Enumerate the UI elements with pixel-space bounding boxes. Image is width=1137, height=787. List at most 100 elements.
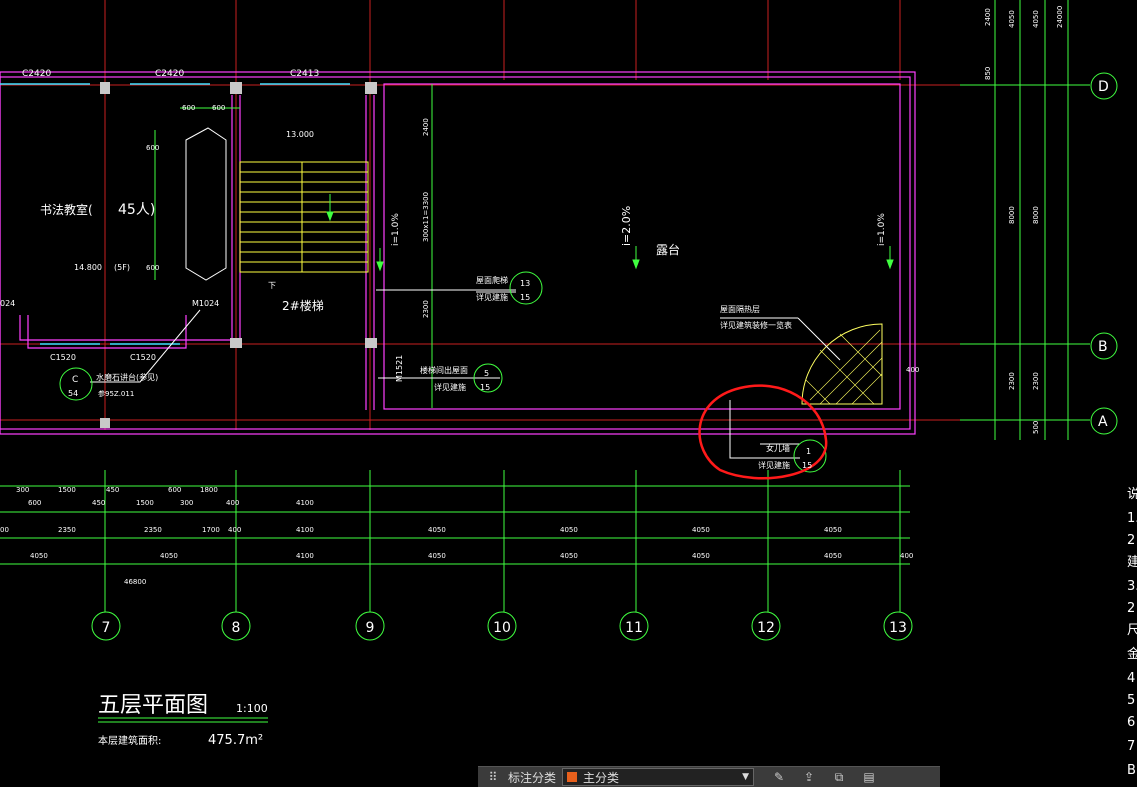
area-label: 本层建筑面积: <box>98 734 161 747</box>
terrace-label: 露台 <box>656 242 680 257</box>
grip-icon[interactable]: ⠿ <box>482 769 504 785</box>
room-dim-1: 600 <box>182 104 195 112</box>
d1-6: 600 <box>168 486 181 494</box>
grid-col-11: 11 <box>625 620 643 636</box>
grid-row-a: A <box>1098 414 1108 430</box>
parapet-line2: 详见建施 <box>758 460 790 470</box>
rdim1-3: 8000 <box>1008 206 1016 224</box>
window-label-1: C2420 <box>22 69 51 79</box>
door-label: M1024 <box>192 299 219 308</box>
window-bottom-2: C1520 <box>130 353 156 362</box>
stair-level: 13.000 <box>286 130 314 139</box>
parapet-num: 1 <box>806 447 811 456</box>
exit-num: 5 <box>484 369 489 378</box>
level-label: 14.800 <box>74 263 102 272</box>
category-label: 标注分类 <box>508 770 557 785</box>
room-capacity: 45人) <box>118 202 155 218</box>
note-1: 1. <box>1127 511 1137 526</box>
d3-0: 4050 <box>30 552 48 560</box>
notes-edge: 说 1. 2 建 3. 2 尺 金 4 5 6 7 B <box>1127 487 1137 778</box>
door-m: M1521 <box>395 355 404 382</box>
vdim-1: 2400 <box>422 118 430 136</box>
d2-6: 4050 <box>428 526 446 534</box>
slope-right: i=1.0% <box>877 213 887 246</box>
d2-7: 4050 <box>560 526 578 534</box>
vdim-3: 2300 <box>422 300 430 318</box>
edit-icon[interactable]: ✎ <box>768 769 790 785</box>
dim-right-small: 400 <box>906 366 919 374</box>
window-bottom-1: C1520 <box>50 353 76 362</box>
detail-c-ref: 参95Z.011 <box>98 389 134 398</box>
room-dim-2: 600 <box>212 104 225 112</box>
room-name: 书法教室( <box>40 202 93 217</box>
d3-2: 4100 <box>296 552 314 560</box>
drawing-scale: 1:100 <box>236 702 268 715</box>
drain-line1: 屋面爬梯 <box>476 275 508 285</box>
d1-0: 300 <box>16 486 29 494</box>
d1-8: 1800 <box>200 486 218 494</box>
detail-c-letter: C <box>72 375 78 385</box>
roof-note-2: 详见建筑装修一览表 <box>720 320 792 330</box>
room-dim-4: 600 <box>146 264 159 272</box>
rdim1-4: 2300 <box>1008 372 1016 390</box>
rdim3-1: 4050 <box>1032 10 1040 28</box>
stair-treads <box>239 161 369 273</box>
save-icon[interactable]: ▤ <box>858 769 880 785</box>
color-swatch-icon <box>567 772 578 782</box>
copy-icon[interactable]: ⧉ <box>828 769 850 785</box>
rdim2-1: 4050 <box>1008 10 1016 28</box>
grid-col-10: 10 <box>493 620 511 636</box>
drawing-text: C2420 C2420 C2413 书法教室( 45人) 600 600 600… <box>0 6 1109 470</box>
exit-line1: 楼梯间出屋面 <box>420 365 468 375</box>
d3-4: 4050 <box>560 552 578 560</box>
category-select[interactable]: 主分类 ▼ <box>562 768 755 786</box>
d1-3: 450 <box>92 499 105 507</box>
grid-row-b: B <box>1098 339 1108 355</box>
parapet-line1: 女儿墙 <box>766 443 790 453</box>
slope-arrows <box>326 194 894 272</box>
drawing-title: 五层平面图 <box>98 693 208 718</box>
title-block: 五层平面图 1:100 本层建筑面积: 475.7m² <box>98 693 268 748</box>
rdim1-5: 500 <box>1032 421 1040 434</box>
parapet-sheet: 15 <box>802 461 812 470</box>
d1-2: 1500 <box>58 486 76 494</box>
note-5: 2 <box>1127 601 1135 616</box>
note-6: 尺 <box>1127 623 1137 638</box>
note-2: 2 <box>1127 533 1135 548</box>
grid-col-9: 9 <box>366 620 375 636</box>
note-10: 6 <box>1127 715 1135 730</box>
d2-1: 2350 <box>58 526 76 534</box>
rdim2-3: 2300 <box>1032 372 1040 390</box>
rdim1-1: 2400 <box>984 8 992 26</box>
rdim4-1: 24000 <box>1056 6 1064 28</box>
d2-2: 2350 <box>144 526 162 534</box>
room-dim-3: 600 <box>146 144 159 152</box>
d1-4: 450 <box>106 486 119 494</box>
grid-col-12: 12 <box>757 620 775 636</box>
category-select-value: 主分类 <box>583 770 620 785</box>
grid-col-7: 7 <box>102 620 111 636</box>
d3-1: 4050 <box>160 552 178 560</box>
d2-9: 4050 <box>824 526 842 534</box>
d1-7: 300 <box>180 499 193 507</box>
dimension-text: 300 600 1500 450 450 1500 600 300 1800 4… <box>0 486 913 586</box>
d3-6: 4050 <box>824 552 842 560</box>
drain-line2: 详见建施 <box>476 292 508 302</box>
grid-col-13: 13 <box>889 620 907 636</box>
window-label-3: C2413 <box>290 69 319 79</box>
d2-3: 1700 <box>202 526 220 534</box>
grid-row-d: D <box>1098 79 1109 95</box>
note-12: B <box>1127 763 1136 778</box>
export-icon[interactable]: ⇪ <box>798 769 820 785</box>
annotation-toolbar: ⠿ 标注分类 主分类 ▼ ✎ ⇪ ⧉ ▤ <box>478 766 940 787</box>
window-label-2: C2420 <box>155 69 184 79</box>
rdim1-2: 850 <box>984 67 992 80</box>
callout-circles <box>59 72 1118 641</box>
d1-9: 400 <box>226 499 239 507</box>
cad-drawing-canvas[interactable]: C2420 C2420 C2413 书法教室( 45人) 600 600 600… <box>0 0 1137 786</box>
exit-line2: 详见建施 <box>434 382 466 392</box>
detail-c-text: 水磨石讲台(参见) <box>96 372 158 382</box>
d1-10: 4100 <box>296 499 314 507</box>
note-7: 金 <box>1127 646 1137 662</box>
detail-c-sheet: 54 <box>68 389 78 398</box>
